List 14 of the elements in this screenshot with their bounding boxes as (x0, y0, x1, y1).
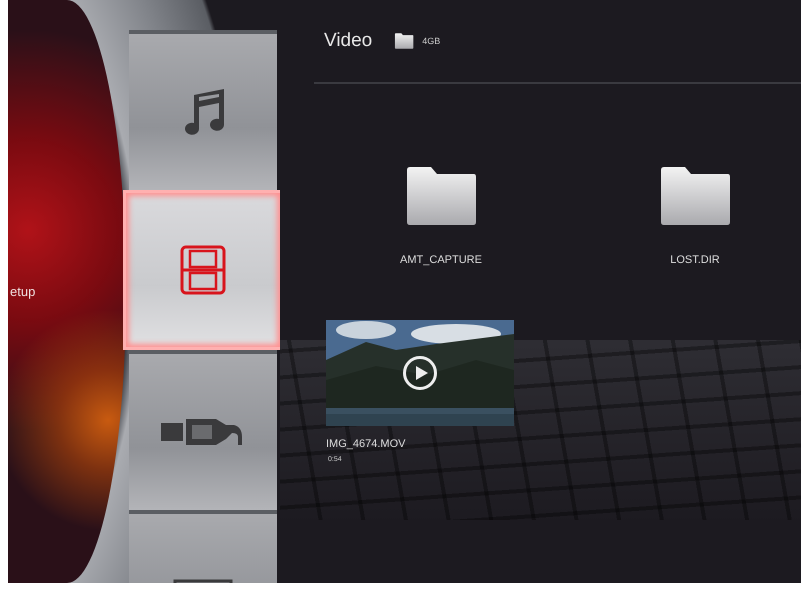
folder-icon (405, 166, 477, 226)
page-title: Video (324, 30, 372, 52)
menu-item[interactable] (129, 30, 277, 190)
video-name[interactable]: IMG_4674.MOV (326, 438, 516, 450)
folder-name[interactable]: AMT_CAPTURE (400, 254, 482, 266)
menu-label: etup (9, 284, 36, 299)
film-strip-icon (180, 245, 226, 295)
folder-name[interactable]: LOST.DIR (670, 254, 720, 266)
storage-size: 4GB (422, 36, 440, 46)
folder-icon (394, 33, 414, 49)
menu-item[interactable] (129, 350, 277, 510)
menu-item[interactable] (123, 190, 283, 350)
folder-icon (659, 166, 731, 226)
play-icon[interactable] (402, 355, 438, 391)
